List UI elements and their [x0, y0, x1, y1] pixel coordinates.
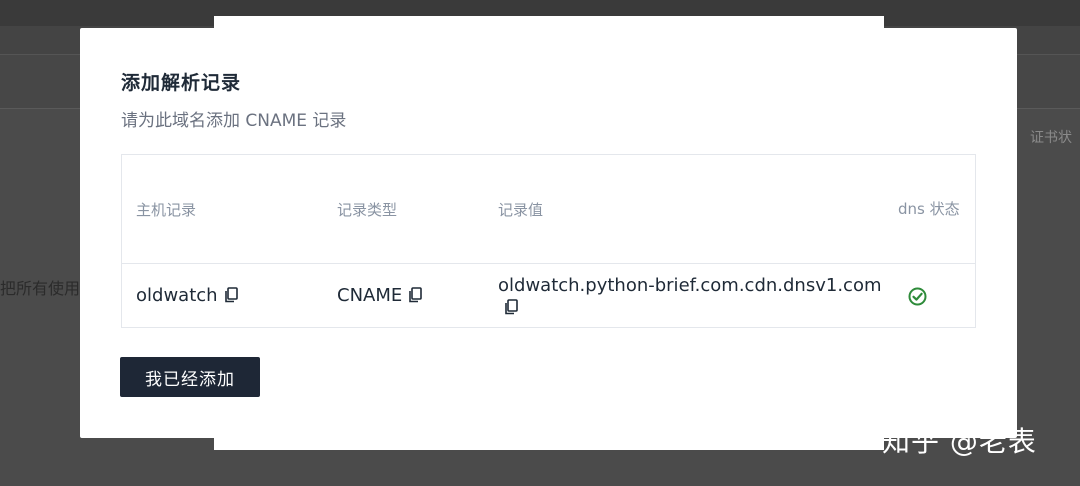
- value-cell: oldwatch.python-brief.com.cdn.dnsv1.com: [484, 264, 888, 328]
- dialog-title: 添加解析记录: [121, 72, 242, 94]
- dns-record-table: 主机记录 记录类型 记录值 dns 状态 oldwatch CNAME oldw…: [121, 154, 976, 328]
- copy-icon[interactable]: [224, 287, 238, 303]
- check-circle-icon: [908, 287, 927, 306]
- add-record-dialog: 添加解析记录 请为此域名添加 CNAME 记录 主机记录 记录类型 记录值 dn…: [80, 28, 1017, 438]
- background-column-label: 证书状: [1030, 130, 1072, 146]
- host-cell: oldwatch: [122, 264, 324, 328]
- copy-icon[interactable]: [408, 287, 423, 303]
- table-row: oldwatch CNAME oldwatch.python-brief.com…: [122, 264, 976, 328]
- dns-status-cell: [888, 264, 976, 328]
- table-header-row: 主机记录 记录类型 记录值 dns 状态: [121, 154, 976, 264]
- copy-icon[interactable]: [504, 298, 518, 315]
- record-value: oldwatch.python-brief.com.cdn.dnsv1.com: [498, 274, 882, 296]
- type-value: CNAME: [337, 285, 403, 306]
- header-record-type: 记录类型: [323, 154, 484, 264]
- watermark: 知乎 @老表: [882, 425, 1037, 458]
- background-side-text: 把所有使用: [0, 279, 81, 298]
- type-cell: CNAME: [323, 264, 484, 328]
- confirm-added-button[interactable]: 我已经添加: [120, 357, 260, 397]
- host-value: oldwatch: [136, 285, 218, 306]
- header-dns-status: dns 状态: [888, 154, 976, 264]
- header-record-value: 记录值: [484, 154, 888, 264]
- dialog-subtitle: 请为此域名添加 CNAME 记录: [121, 111, 347, 131]
- header-host-record: 主机记录: [121, 154, 323, 264]
